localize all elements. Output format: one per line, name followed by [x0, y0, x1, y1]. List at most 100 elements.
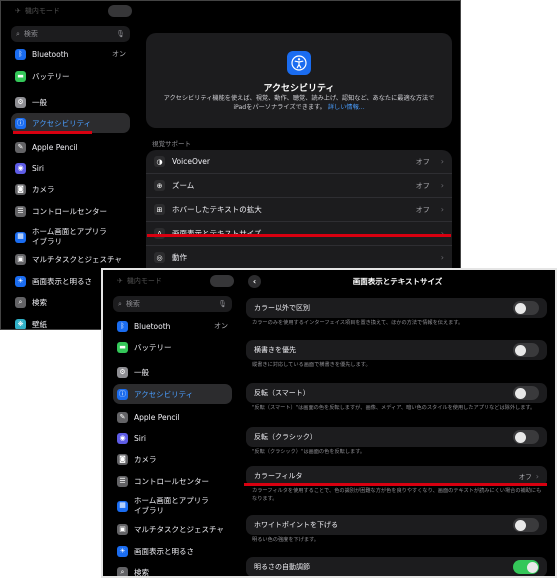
setting-toggle[interactable]: [513, 560, 539, 574]
setting-toggle[interactable]: [513, 518, 539, 532]
setting-card[interactable]: 反転（クラシック）: [246, 427, 547, 447]
display-text-size-screenshot: ✈ 機内モード ⌕ 検索 🎙 ᛒ Bluetooth オン ▬ バッテリー ⚙ 一般 ⓘ アクセ…: [101, 268, 557, 578]
sidebar-item[interactable]: ◙ カメラ: [113, 449, 232, 469]
sidebar-item-label: 一般: [134, 367, 149, 377]
sidebar-item-label: アクセシビリティ: [134, 389, 194, 399]
highlight-underline: [244, 483, 547, 486]
setting-description: カラーフィルタを使用することで、色の識別が困難な方が色を良りやすくなり、画面のテ…: [252, 488, 542, 502]
sidebar-item[interactable]: ⚙ 一般: [11, 92, 130, 112]
sidebar-item[interactable]: ⓘ アクセシビリティ: [113, 384, 232, 404]
sidebar-item[interactable]: ◉ Siri: [11, 158, 130, 178]
airplane-mode-label: 機内モード: [126, 277, 162, 285]
airplane-mode-row[interactable]: ✈ 機内モード: [15, 4, 132, 18]
sidebar-item[interactable]: ⚙ 一般: [113, 362, 232, 382]
setting-row[interactable]: ⊞ ホバーしたテキストの拡大 オフ ›: [146, 198, 452, 222]
setting-value: オフ: [415, 205, 430, 214]
nav-title: 画面表示とテキストサイズ: [352, 276, 443, 286]
highlight-underline: [13, 131, 92, 134]
bluetooth-icon: ᛒ: [117, 320, 128, 332]
motion-icon: ◎: [154, 252, 165, 263]
chevron-left-icon: ‹: [252, 277, 257, 286]
chevron-right-icon: ›: [440, 205, 444, 214]
chevron-right-icon: ›: [535, 471, 539, 481]
sidebar-item-label: バッテリー: [134, 342, 172, 352]
setting-card[interactable]: 反転（スマート）: [246, 383, 547, 403]
sidebar-item-label: Apple Pencil: [32, 142, 78, 152]
multitask-icon: ▣: [117, 523, 128, 535]
setting-card[interactable]: 横書きを優先: [246, 340, 547, 360]
gear-icon: ⚙: [15, 96, 26, 108]
setting-label: ズーム: [172, 181, 195, 190]
sidebar-item[interactable]: ☀ 画面表示と明るさ: [113, 541, 232, 561]
sidebar-item-label: Siri: [134, 433, 147, 443]
setting-value: オフ: [415, 157, 430, 166]
display-text-size-pane: ‹ 画面表示とテキストサイズ カラー以外で区別 カラーのみを使用するインターフェイ…: [240, 270, 555, 576]
sidebar-item-label: マルチタスクとジェスチャ: [134, 524, 224, 534]
setting-label: ホワイトポイントを下げる: [254, 521, 338, 529]
sidebar-item-value: オン: [112, 50, 126, 58]
search-icon: ⌕: [16, 29, 20, 38]
sidebar-item[interactable]: ◙ カメラ: [11, 179, 130, 199]
sidebar-item[interactable]: ☰ コントロールセンター: [113, 471, 232, 491]
sidebar-item[interactable]: ◉ Siri: [113, 428, 232, 448]
setting-card[interactable]: ホワイトポイントを下げる: [246, 515, 547, 535]
sidebar-item[interactable]: ▬ バッテリー: [113, 337, 232, 357]
setting-row[interactable]: ◑ VoiceOver オフ ›: [146, 150, 452, 174]
sidebar-item-label: 壁紙: [32, 319, 47, 329]
setting-description: 明るい色の強度を下げます。: [252, 537, 319, 543]
sidebar-item-label: ホーム画面とアプリライブラリ: [134, 496, 209, 515]
chevron-right-icon: ›: [440, 181, 444, 190]
sidebar-item[interactable]: ▣ マルチタスクとジェスチャ: [11, 249, 130, 269]
sidebar-item[interactable]: ▦ ホーム画面とアプリライブラリ: [113, 492, 232, 520]
highlight-underline: [147, 234, 451, 237]
sidebar-item[interactable]: ᛒ Bluetooth オン: [113, 316, 232, 336]
wallpaper-icon: ❋: [15, 318, 26, 329]
control-center-icon: ☰: [15, 205, 26, 217]
setting-label: 反転（スマート）: [254, 389, 310, 397]
display-icon: ☀: [15, 275, 26, 287]
setting-label: 明るさの自動調節: [254, 563, 310, 571]
sidebar-item[interactable]: ⌕ 検索: [113, 562, 232, 576]
sidebar-item-label: Apple Pencil: [134, 412, 180, 422]
setting-row[interactable]: ◎ 動作 ›: [146, 246, 452, 270]
setting-label: 反転（クラシック）: [254, 433, 317, 441]
setting-card[interactable]: 明るさの自動調節: [246, 557, 547, 576]
airplane-icon: ✈: [15, 7, 21, 15]
search-input[interactable]: ⌕ 検索 🎙: [113, 296, 232, 312]
sidebar-item-label: カメラ: [32, 184, 55, 194]
setting-description: "反転（スマート）"は画面の色を反転しますが、画像、メディア、暗い色のスタイルを…: [252, 405, 536, 411]
accessibility-header-card: アクセシビリティ アクセシビリティ機能を使えば、視覚、動作、聴覚、読み上げ、認知…: [146, 33, 452, 128]
airplane-mode-label: 機内モード: [24, 7, 60, 15]
chevron-right-icon: ›: [440, 157, 444, 166]
sidebar-item[interactable]: ☰ コントロールセンター: [11, 201, 130, 221]
microphone-icon[interactable]: 🎙: [116, 30, 125, 38]
setting-toggle[interactable]: [513, 386, 539, 400]
sidebar-item[interactable]: ▦ ホーム画面とアプリライブラリ: [11, 223, 130, 251]
sidebar-item[interactable]: ᛒ Bluetooth オン: [11, 44, 130, 64]
sidebar-item-label: Siri: [32, 163, 45, 173]
setting-row[interactable]: ⊕ ズーム オフ ›: [146, 174, 452, 198]
search-input[interactable]: ⌕ 検索 🎙: [11, 26, 130, 42]
camera-icon: ◙: [15, 183, 26, 195]
sidebar-item[interactable]: ✎ Apple Pencil: [113, 407, 232, 427]
setting-toggle[interactable]: [513, 430, 539, 444]
sidebar-item[interactable]: ⓘ アクセシビリティ: [11, 113, 130, 133]
sidebar-item-label: バッテリー: [32, 71, 70, 81]
airplane-toggle[interactable]: [108, 5, 132, 17]
sidebar-item[interactable]: ▣ マルチタスクとジェスチャ: [113, 519, 232, 539]
setting-toggle[interactable]: [513, 301, 539, 315]
sidebar-item[interactable]: ▬ バッテリー: [11, 66, 130, 86]
sidebar-item-label: コントロールセンター: [134, 476, 209, 486]
airplane-toggle[interactable]: [210, 275, 234, 287]
back-button[interactable]: ‹: [248, 275, 261, 288]
setting-card[interactable]: カラー以外で区別: [246, 298, 547, 318]
settings-sidebar: ✈ 機内モード ⌕ 検索 🎙 ᛒ Bluetooth オン ▬ バッテリー ⚙ 一般 ⓘ アクセ…: [103, 270, 240, 576]
accessibility-icon: ⓘ: [117, 388, 128, 400]
airplane-mode-row[interactable]: ✈ 機内モード: [117, 274, 234, 288]
accessibility-icon: ⓘ: [15, 117, 26, 129]
learn-more-link[interactable]: 詳しい情報...: [328, 104, 365, 111]
camera-icon: ◙: [117, 453, 128, 465]
microphone-icon[interactable]: 🎙: [218, 300, 227, 308]
sidebar-item[interactable]: ✎ Apple Pencil: [11, 137, 130, 157]
setting-toggle[interactable]: [513, 343, 539, 357]
